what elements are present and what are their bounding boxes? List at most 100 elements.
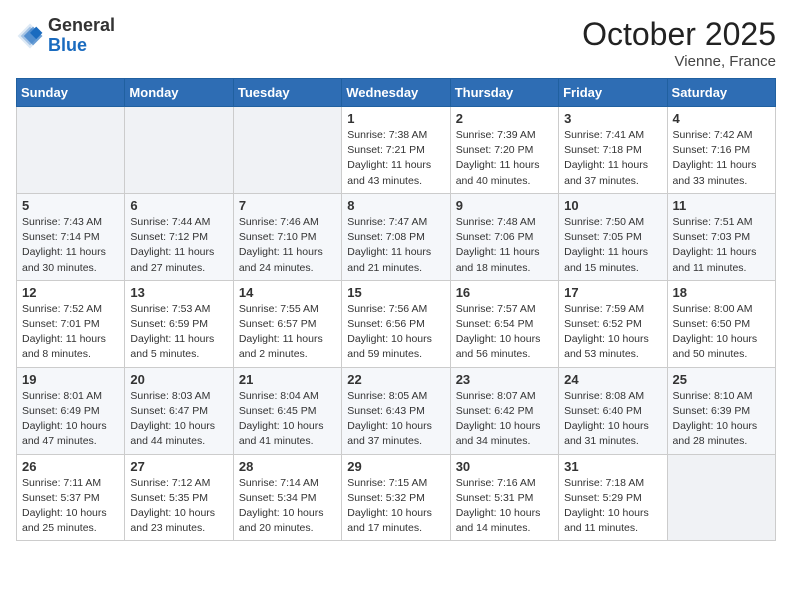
logo-icon — [16, 22, 44, 50]
day-number: 30 — [456, 459, 553, 474]
calendar-cell: 3Sunrise: 7:41 AM Sunset: 7:18 PM Daylig… — [559, 107, 667, 194]
calendar-cell: 17 Sunrise: 7:59 AM Sunset: 6:52 PM Dayli… — [559, 280, 667, 367]
day-info: Sunrise: 7:46 AM Sunset: 7:10 PM Dayligh… — [239, 215, 336, 276]
calendar-cell: 1Sunrise: 7:38 AM Sunset: 7:21 PM Daylig… — [342, 107, 450, 194]
calendar-cell: 6 Sunrise: 7:44 AM Sunset: 7:12 PM Daylig… — [125, 193, 233, 280]
day-info: Sunrise: 8:08 AM Sunset: 6:40 PM Dayligh… — [564, 389, 661, 450]
day-info: Sunrise: 7:15 AM Sunset: 5:32 PM Dayligh… — [347, 476, 444, 537]
weekday-header-sunday: Sunday — [17, 79, 125, 107]
day-number: 22 — [347, 372, 444, 387]
day-number: 21 — [239, 372, 336, 387]
logo-general: General — [48, 15, 115, 35]
day-info: Sunrise: 7:18 AM Sunset: 5:29 PM Dayligh… — [564, 476, 661, 537]
logo: General Blue — [16, 16, 115, 56]
calendar-cell: 25 Sunrise: 8:10 AM Sunset: 6:39 PM Dayli… — [667, 367, 775, 454]
calendar-cell: 23 Sunrise: 8:07 AM Sunset: 6:42 PM Dayli… — [450, 367, 558, 454]
day-info: Sunrise: 7:48 AM Sunset: 7:06 PM Dayligh… — [456, 215, 553, 276]
day-number: 24 — [564, 372, 661, 387]
day-info: Sunrise: 8:05 AM Sunset: 6:43 PM Dayligh… — [347, 389, 444, 450]
day-info: Sunrise: 7:12 AM Sunset: 5:35 PM Dayligh… — [130, 476, 227, 537]
calendar-cell: 10 Sunrise: 7:50 AM Sunset: 7:05 PM Dayli… — [559, 193, 667, 280]
calendar-cell: 30Sunrise: 7:16 AM Sunset: 5:31 PM Dayli… — [450, 454, 558, 541]
day-info: Sunrise: 7:51 AM Sunset: 7:03 PM Dayligh… — [673, 215, 770, 276]
calendar-cell: 13 Sunrise: 7:53 AM Sunset: 6:59 PM Dayli… — [125, 280, 233, 367]
day-info: Sunrise: 7:43 AM Sunset: 7:14 PM Dayligh… — [22, 215, 119, 276]
day-info: Sunrise: 7:42 AM Sunset: 7:16 PM Dayligh… — [673, 128, 770, 189]
day-number: 5 — [22, 198, 119, 213]
day-number: 18 — [673, 285, 770, 300]
weekday-header-monday: Monday — [125, 79, 233, 107]
day-number: 16 — [456, 285, 553, 300]
day-info: Sunrise: 7:41 AM Sunset: 7:18 PM Dayligh… — [564, 128, 661, 189]
logo-blue: Blue — [48, 35, 87, 55]
day-info: Sunrise: 8:04 AM Sunset: 6:45 PM Dayligh… — [239, 389, 336, 450]
day-number: 31 — [564, 459, 661, 474]
day-number: 2 — [456, 111, 553, 126]
week-row-2: 5 Sunrise: 7:43 AM Sunset: 7:14 PM Daylig… — [17, 193, 776, 280]
calendar-cell: 14Sunrise: 7:55 AM Sunset: 6:57 PM Dayli… — [233, 280, 341, 367]
day-number: 10 — [564, 198, 661, 213]
day-number: 15 — [347, 285, 444, 300]
day-info: Sunrise: 7:50 AM Sunset: 7:05 PM Dayligh… — [564, 215, 661, 276]
calendar-cell — [233, 107, 341, 194]
calendar-cell — [17, 107, 125, 194]
day-number: 13 — [130, 285, 227, 300]
day-number: 27 — [130, 459, 227, 474]
weekday-header-friday: Friday — [559, 79, 667, 107]
calendar-cell: 9 Sunrise: 7:48 AM Sunset: 7:06 PM Daylig… — [450, 193, 558, 280]
calendar-cell: 28Sunrise: 7:14 AM Sunset: 5:34 PM Dayli… — [233, 454, 341, 541]
day-info: Sunrise: 7:59 AM Sunset: 6:52 PM Dayligh… — [564, 302, 661, 363]
day-info: Sunrise: 8:07 AM Sunset: 6:42 PM Dayligh… — [456, 389, 553, 450]
day-info: Sunrise: 7:39 AM Sunset: 7:20 PM Dayligh… — [456, 128, 553, 189]
calendar-cell: 15 Sunrise: 7:56 AM Sunset: 6:56 PM Dayli… — [342, 280, 450, 367]
logo-text: General Blue — [48, 16, 115, 56]
weekday-header-row: SundayMondayTuesdayWednesdayThursdayFrid… — [17, 79, 776, 107]
day-number: 20 — [130, 372, 227, 387]
day-number: 19 — [22, 372, 119, 387]
day-info: Sunrise: 8:03 AM Sunset: 6:47 PM Dayligh… — [130, 389, 227, 450]
day-info: Sunrise: 8:01 AM Sunset: 6:49 PM Dayligh… — [22, 389, 119, 450]
day-number: 25 — [673, 372, 770, 387]
calendar-cell: 2 Sunrise: 7:39 AM Sunset: 7:20 PM Daylig… — [450, 107, 558, 194]
day-info: Sunrise: 7:56 AM Sunset: 6:56 PM Dayligh… — [347, 302, 444, 363]
day-info: Sunrise: 7:52 AM Sunset: 7:01 PM Dayligh… — [22, 302, 119, 363]
title-block: October 2025 Vienne, France — [582, 16, 776, 70]
calendar-cell: 29 Sunrise: 7:15 AM Sunset: 5:32 PM Dayli… — [342, 454, 450, 541]
day-number: 28 — [239, 459, 336, 474]
day-number: 9 — [456, 198, 553, 213]
day-number: 12 — [22, 285, 119, 300]
day-info: Sunrise: 7:55 AM Sunset: 6:57 PM Dayligh… — [239, 302, 336, 363]
day-number: 17 — [564, 285, 661, 300]
day-number: 26 — [22, 459, 119, 474]
day-number: 6 — [130, 198, 227, 213]
calendar-cell: 22 Sunrise: 8:05 AM Sunset: 6:43 PM Dayli… — [342, 367, 450, 454]
calendar-cell — [667, 454, 775, 541]
calendar-cell: 18 Sunrise: 8:00 AM Sunset: 6:50 PM Dayli… — [667, 280, 775, 367]
day-info: Sunrise: 7:44 AM Sunset: 7:12 PM Dayligh… — [130, 215, 227, 276]
month-title: October 2025 — [582, 16, 776, 53]
day-number: 23 — [456, 372, 553, 387]
calendar-cell: 8Sunrise: 7:47 AM Sunset: 7:08 PM Daylig… — [342, 193, 450, 280]
calendar-cell: 31 Sunrise: 7:18 AM Sunset: 5:29 PM Dayli… — [559, 454, 667, 541]
day-info: Sunrise: 8:00 AM Sunset: 6:50 PM Dayligh… — [673, 302, 770, 363]
day-number: 7 — [239, 198, 336, 213]
calendar-cell: 5 Sunrise: 7:43 AM Sunset: 7:14 PM Daylig… — [17, 193, 125, 280]
page-header: General Blue October 2025 Vienne, France — [16, 16, 776, 70]
week-row-1: 1Sunrise: 7:38 AM Sunset: 7:21 PM Daylig… — [17, 107, 776, 194]
calendar-cell: 27 Sunrise: 7:12 AM Sunset: 5:35 PM Dayli… — [125, 454, 233, 541]
calendar-cell: 11Sunrise: 7:51 AM Sunset: 7:03 PM Dayli… — [667, 193, 775, 280]
week-row-3: 12 Sunrise: 7:52 AM Sunset: 7:01 PM Dayli… — [17, 280, 776, 367]
week-row-4: 19 Sunrise: 8:01 AM Sunset: 6:49 PM Dayli… — [17, 367, 776, 454]
calendar-cell: 4Sunrise: 7:42 AM Sunset: 7:16 PM Daylig… — [667, 107, 775, 194]
day-info: Sunrise: 8:10 AM Sunset: 6:39 PM Dayligh… — [673, 389, 770, 450]
day-info: Sunrise: 7:53 AM Sunset: 6:59 PM Dayligh… — [130, 302, 227, 363]
weekday-header-tuesday: Tuesday — [233, 79, 341, 107]
weekday-header-thursday: Thursday — [450, 79, 558, 107]
calendar: SundayMondayTuesdayWednesdayThursdayFrid… — [16, 78, 776, 541]
day-info: Sunrise: 7:57 AM Sunset: 6:54 PM Dayligh… — [456, 302, 553, 363]
calendar-cell: 12 Sunrise: 7:52 AM Sunset: 7:01 PM Dayli… — [17, 280, 125, 367]
day-info: Sunrise: 7:47 AM Sunset: 7:08 PM Dayligh… — [347, 215, 444, 276]
day-number: 29 — [347, 459, 444, 474]
calendar-cell: 26Sunrise: 7:11 AM Sunset: 5:37 PM Dayli… — [17, 454, 125, 541]
calendar-cell: 16 Sunrise: 7:57 AM Sunset: 6:54 PM Dayli… — [450, 280, 558, 367]
